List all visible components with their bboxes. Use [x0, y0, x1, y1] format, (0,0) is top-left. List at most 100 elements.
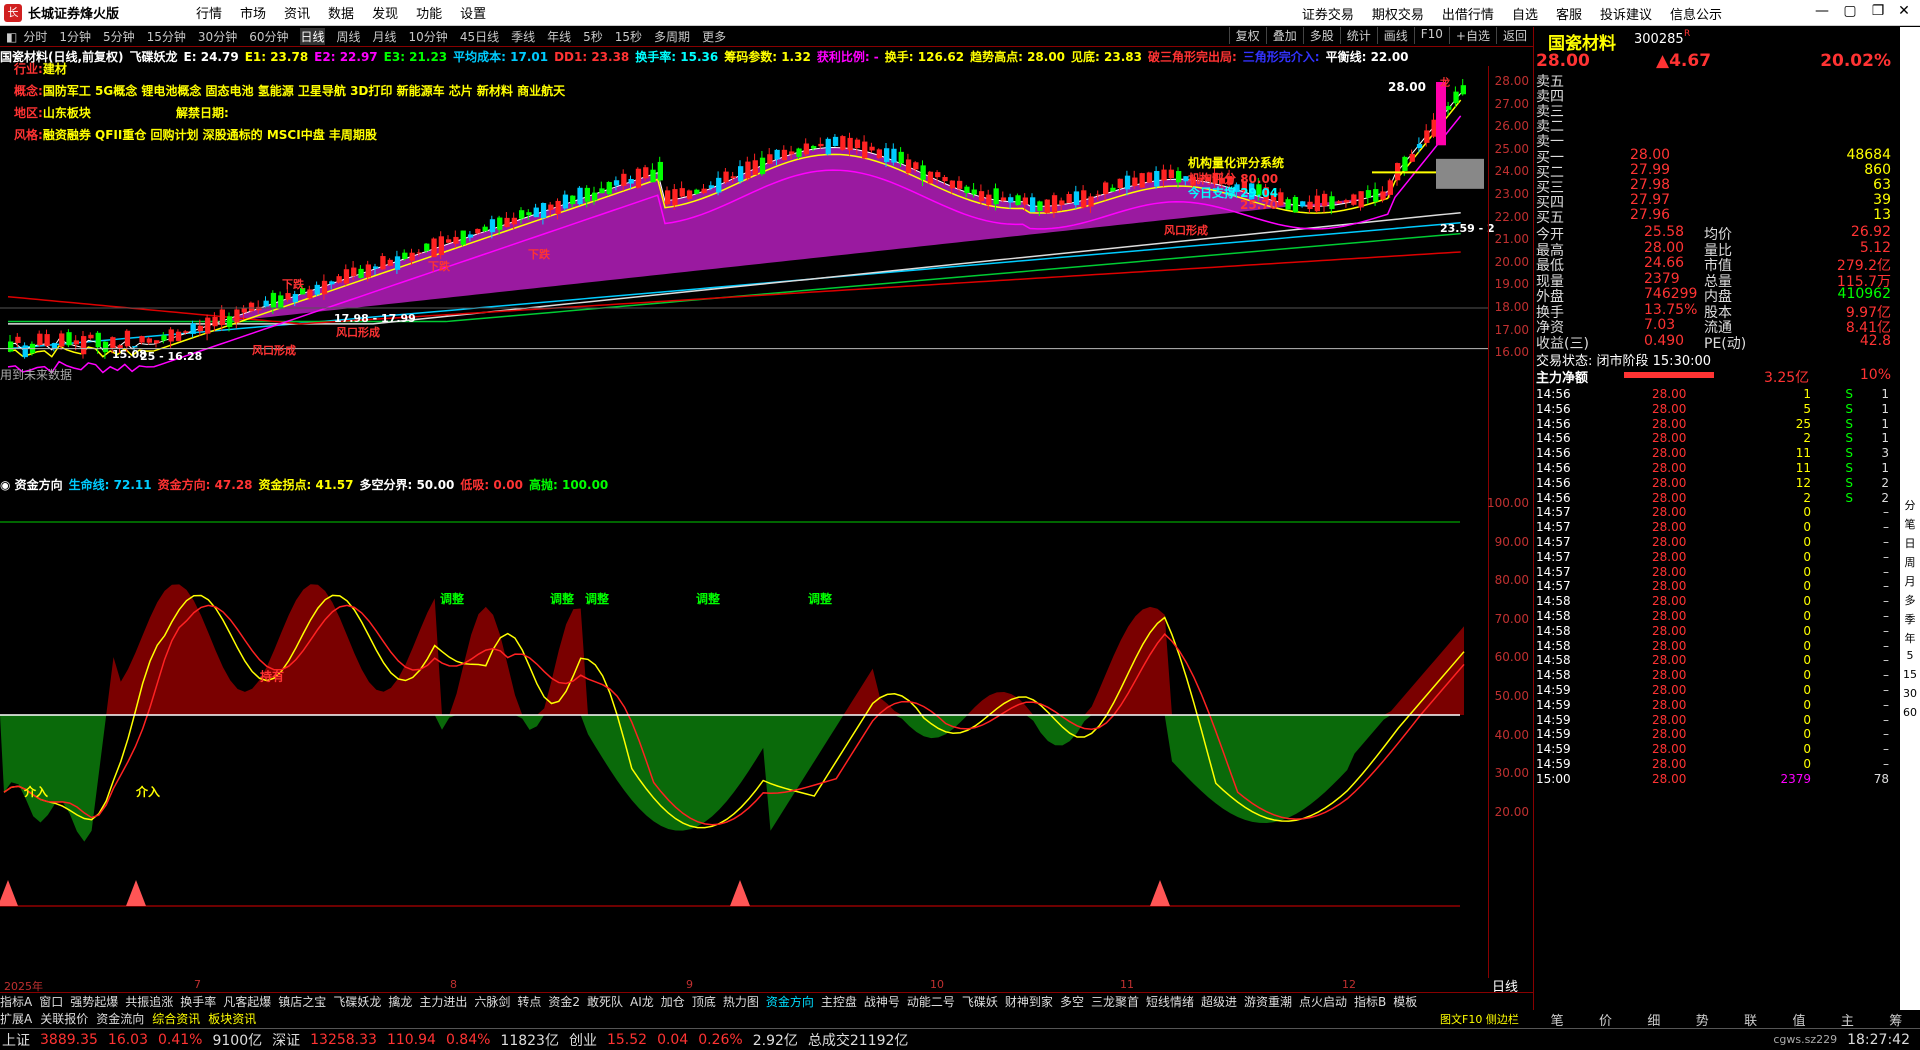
tool-1[interactable]: 叠加	[1265, 27, 1303, 44]
indicator-tab-4[interactable]: 换手率	[180, 995, 216, 1009]
ext-tab-1[interactable]: 关联报价	[40, 1012, 88, 1026]
minimize-icon[interactable]: —	[1808, 3, 1836, 23]
indicator-tab-15[interactable]: 加仓	[661, 995, 685, 1009]
indicator-tab-25[interactable]: 三龙聚首	[1091, 995, 1139, 1009]
side-tab-7[interactable]: 筹	[1889, 1010, 1902, 1029]
tool-0[interactable]: 复权	[1228, 27, 1266, 44]
tool-5[interactable]: F10	[1413, 27, 1449, 44]
ext-tab-0[interactable]: 扩展A	[0, 1012, 32, 1026]
timeframe-5[interactable]: 60分钟	[249, 28, 288, 45]
indicator-tab-11[interactable]: 转点	[517, 995, 541, 1009]
indicator-tab-20[interactable]: 战神号	[864, 995, 900, 1009]
timeframe-0[interactable]: 分时	[23, 28, 47, 45]
menu-item-5[interactable]: 功能	[416, 7, 442, 22]
timeframe-8[interactable]: 月线	[373, 28, 397, 45]
period-btn-9[interactable]: 15	[1900, 668, 1920, 681]
timeframe-9[interactable]: 10分钟	[409, 28, 448, 45]
tool-3[interactable]: 统计	[1339, 27, 1377, 44]
timeframe-14[interactable]: 15秒	[615, 28, 642, 45]
fund-direction-chart[interactable]: 调整 调整 调整 调整 调整介入 介入持有	[0, 492, 1488, 978]
indicator-tab-30[interactable]: 指标B	[1354, 995, 1386, 1009]
period-btn-10[interactable]: 30	[1900, 687, 1920, 700]
top-menu-item-4[interactable]: 客服	[1556, 8, 1582, 23]
close-icon[interactable]: ✕	[1890, 3, 1918, 23]
indicator-tab-1[interactable]: 窗口	[39, 995, 63, 1009]
indicator-tab-2[interactable]: 强势起爆	[70, 995, 118, 1009]
tool-2[interactable]: 多股	[1302, 27, 1340, 44]
tool-6[interactable]: +自选	[1448, 27, 1496, 44]
period-btn-3[interactable]: 周	[1900, 554, 1920, 570]
timeframe-3[interactable]: 15分钟	[147, 28, 186, 45]
indicator-tab-17[interactable]: 热力图	[723, 995, 759, 1009]
indicator-tab-26[interactable]: 短线情绪	[1146, 995, 1194, 1009]
timeframe-1[interactable]: 1分钟	[59, 28, 91, 45]
period-btn-7[interactable]: 年	[1900, 630, 1920, 646]
side-tab-3[interactable]: 势	[1696, 1010, 1709, 1029]
top-menu-item-0[interactable]: 证券交易	[1302, 8, 1354, 23]
indicator-tab-12[interactable]: 资金2	[548, 995, 580, 1009]
menu-item-2[interactable]: 资讯	[284, 7, 310, 22]
side-tab-6[interactable]: 主	[1841, 1010, 1854, 1029]
tool-4[interactable]: 画线	[1376, 27, 1414, 44]
top-menu-item-2[interactable]: 出借行情	[1442, 8, 1494, 23]
ext-tab-2[interactable]: 资金流向	[96, 1012, 144, 1026]
timeframe-11[interactable]: 季线	[511, 28, 535, 45]
side-tab-4[interactable]: 联	[1744, 1010, 1757, 1029]
menu-item-4[interactable]: 发现	[372, 7, 398, 22]
indicator-tab-14[interactable]: AI龙	[630, 995, 654, 1009]
indicator-tab-18[interactable]: 资金方向	[766, 995, 814, 1009]
menu-item-3[interactable]: 数据	[328, 7, 354, 22]
side-tab-0[interactable]: 笔	[1551, 1010, 1564, 1029]
indicator-tab-19[interactable]: 主控盘	[821, 995, 857, 1009]
timeframe-2[interactable]: 5分钟	[103, 28, 135, 45]
indicator-tab-8[interactable]: 擒龙	[388, 995, 412, 1009]
timeframe-13[interactable]: 5秒	[583, 28, 603, 45]
f10-button[interactable]: 图文F10 侧边栏	[1440, 1011, 1519, 1027]
period-btn-6[interactable]: 季	[1900, 611, 1920, 627]
indicator-tab-3[interactable]: 共振追涨	[125, 995, 173, 1009]
timeframe-16[interactable]: 更多	[702, 28, 726, 45]
indicator-tab-22[interactable]: 飞碟妖	[962, 995, 998, 1009]
timeframe-10[interactable]: 45日线	[460, 28, 499, 45]
indicator-tab-0[interactable]: 指标A	[0, 995, 32, 1009]
indicator-tab-10[interactable]: 六脉剑	[474, 995, 510, 1009]
period-btn-11[interactable]: 60	[1900, 706, 1920, 719]
timeframe-4[interactable]: 30分钟	[198, 28, 237, 45]
top-menu-item-1[interactable]: 期权交易	[1372, 8, 1424, 23]
indicator-tab-5[interactable]: 凡客起爆	[223, 995, 271, 1009]
indicator-tab-13[interactable]: 敢死队	[587, 995, 623, 1009]
indicator-tab-9[interactable]: 主力进出	[419, 995, 467, 1009]
period-btn-0[interactable]: 分	[1900, 497, 1920, 513]
top-menu-item-6[interactable]: 信息公示	[1670, 8, 1722, 23]
timeframe-12[interactable]: 年线	[547, 28, 571, 45]
timeframe-15[interactable]: 多周期	[654, 28, 690, 45]
sub-indicator-name[interactable]: ◉ 资金方向	[0, 478, 63, 492]
menu-item-1[interactable]: 市场	[240, 7, 266, 22]
menu-item-0[interactable]: 行情	[196, 7, 222, 22]
menu-item-6[interactable]: 设置	[460, 7, 486, 22]
timeframe-7[interactable]: 周线	[337, 28, 361, 45]
indicator-tab-6[interactable]: 镇店之宝	[278, 995, 326, 1009]
maximize-icon[interactable]: ▢	[1836, 3, 1864, 23]
side-tab-1[interactable]: 价	[1599, 1010, 1612, 1029]
indicator-tab-23[interactable]: 财神到家	[1005, 995, 1053, 1009]
period-btn-8[interactable]: 5	[1900, 649, 1920, 662]
indicator-tab-24[interactable]: 多空	[1060, 995, 1084, 1009]
indicator-tab-16[interactable]: 顶底	[692, 995, 716, 1009]
indicator-tab-7[interactable]: 飞碟妖龙	[333, 995, 381, 1009]
indicator-tab-21[interactable]: 动能二号	[907, 995, 955, 1009]
tool-7[interactable]: 返回	[1495, 27, 1533, 44]
period-btn-1[interactable]: 笔	[1900, 516, 1920, 532]
period-btn-2[interactable]: 日	[1900, 535, 1920, 551]
ext-tab-3[interactable]: 综合资讯	[152, 1012, 200, 1026]
side-tab-2[interactable]: 细	[1647, 1010, 1660, 1029]
period-btn-5[interactable]: 多	[1900, 592, 1920, 608]
timeframe-6[interactable]: 日线	[300, 28, 325, 45]
top-menu-item-5[interactable]: 投诉建议	[1600, 8, 1652, 23]
indicator-name[interactable]: 飞碟妖龙	[130, 50, 178, 64]
ext-tab-4[interactable]: 板块资讯	[208, 1012, 256, 1026]
top-menu-item-3[interactable]: 自选	[1512, 8, 1538, 23]
indicator-tab-28[interactable]: 游资重潮	[1244, 995, 1292, 1009]
sidebar-toggle-icon[interactable]: ◧	[6, 30, 17, 44]
indicator-tab-27[interactable]: 超级进	[1201, 995, 1237, 1009]
